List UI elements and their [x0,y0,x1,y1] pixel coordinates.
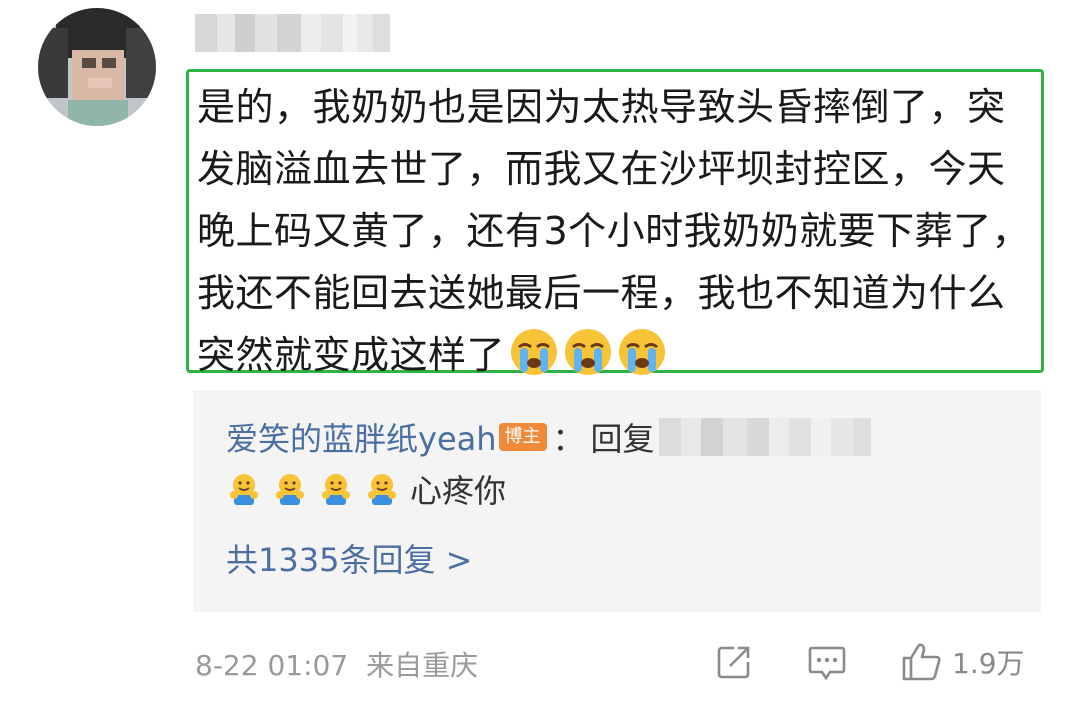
avatar[interactable] [38,8,156,126]
reply-target-blurred[interactable] [658,418,871,456]
reply-panel[interactable]: 爱笑的蓝胖纸yeah 博主 ： 回复 心疼你 共1335条回复 > [193,390,1041,612]
share-icon [717,646,750,679]
reply-author-link[interactable]: 爱笑的蓝胖纸yeah [226,414,497,460]
reply-text: 心疼你 [410,472,507,510]
author-badge: 博主 [498,423,547,451]
comment-text-content: 是的，我奶奶也是因为太热导致头昏摔倒了，突发脑溢血去世了，而我又在沙坪坝封控区，… [197,85,1031,377]
username-blurred[interactable] [195,14,390,52]
crying-emoji-icon [565,329,612,375]
comment-meta: 8-22 01:07 来自重庆 [195,644,496,684]
crying-emoji-icon [619,329,666,375]
comment-button[interactable] [806,640,848,684]
like-count: 1.9万 [952,647,1025,680]
reply-content: 心疼你 [226,466,506,512]
comment-highlight-box: 是的，我奶奶也是因为太热导致头昏摔倒了，突发脑溢血去世了，而我又在沙坪坝封控区，… [186,69,1044,377]
hug-emoji-icon [230,474,258,505]
share-button[interactable] [714,640,754,684]
like-icon [902,643,941,681]
reply-header: 爱笑的蓝胖纸yeah 博主 ： 回复 [226,412,871,462]
reply-colon: ： [552,420,585,458]
comment-location: 来自重庆 [366,649,479,682]
hug-emoji-icon [276,474,304,505]
hug-emoji-icon [322,474,350,505]
view-all-replies-link[interactable]: 共1335条回复 > [226,535,472,581]
comment-date: 8-22 01:07 [195,649,349,682]
crying-emoji-icon [511,329,558,375]
comment-icon [808,646,846,681]
reply-label: 回复 [590,420,655,458]
comment-text: 是的，我奶奶也是因为太热导致头昏摔倒了，突发脑溢血去世了，而我又在沙坪坝封控区，… [197,76,1031,386]
like-button[interactable]: 1.9万 [900,640,1025,684]
hug-emoji-icon [368,474,396,505]
